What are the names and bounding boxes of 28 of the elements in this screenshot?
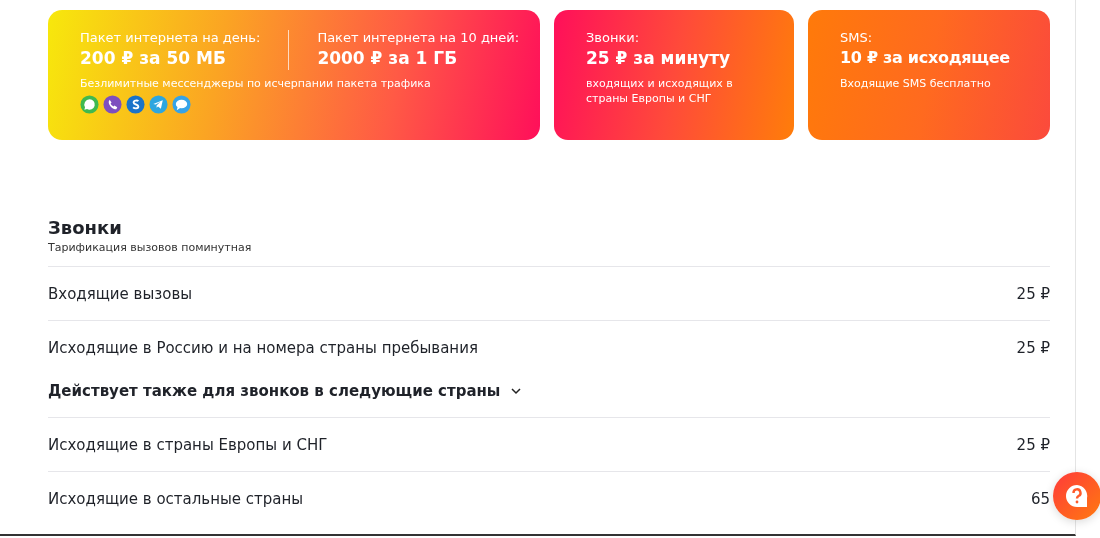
row-price: 25 ₽ xyxy=(1016,435,1050,454)
row-price: 25 ₽ xyxy=(1016,284,1050,303)
card-price: 2000 ₽ за 1 ГБ xyxy=(317,47,459,70)
card-label: Звонки: xyxy=(586,30,641,46)
speech-bubble-icon xyxy=(172,95,191,114)
row-label: Исходящие в страны Европы и СНГ xyxy=(48,435,328,454)
expander-link[interactable]: Действует также для звонков в следующие страны xyxy=(48,381,501,400)
section-subtitle: Тарификация вызовов поминутная xyxy=(48,240,253,256)
card-note: Безлимитные мессенджеры по исчерпании пакета трафика xyxy=(80,76,432,91)
card-price: 10 ₽ за исходящее xyxy=(840,47,1011,69)
card-note: Входящие SMS бесплатно xyxy=(840,76,992,91)
card-price: 25 ₽ за минуту xyxy=(586,47,732,70)
wave-icon xyxy=(126,95,145,114)
row-price: 25 ₽ xyxy=(1016,338,1050,357)
row-label: Входящие вызовы xyxy=(48,284,193,303)
row-label: Исходящие в Россию и на номера страны пребывания xyxy=(48,338,478,357)
help-button[interactable] xyxy=(1053,472,1100,520)
card-note: входящих и исходящих в страны Европы и СНГ xyxy=(586,76,734,106)
section-title: Звонки xyxy=(48,216,123,240)
card-label: Пакет интернета на 10 дней: xyxy=(317,30,520,46)
row-price: 65 xyxy=(1030,489,1050,508)
row-label: Исходящие в остальные страны xyxy=(48,489,304,508)
phone-icon xyxy=(103,95,122,114)
paper-plane-icon xyxy=(149,95,168,114)
chat-bubble-icon xyxy=(80,95,99,114)
card-label: SMS: xyxy=(840,30,874,46)
card-label: Пакет интернета на день: xyxy=(80,30,261,46)
card-price: 200 ₽ за 50 МБ xyxy=(80,47,227,70)
